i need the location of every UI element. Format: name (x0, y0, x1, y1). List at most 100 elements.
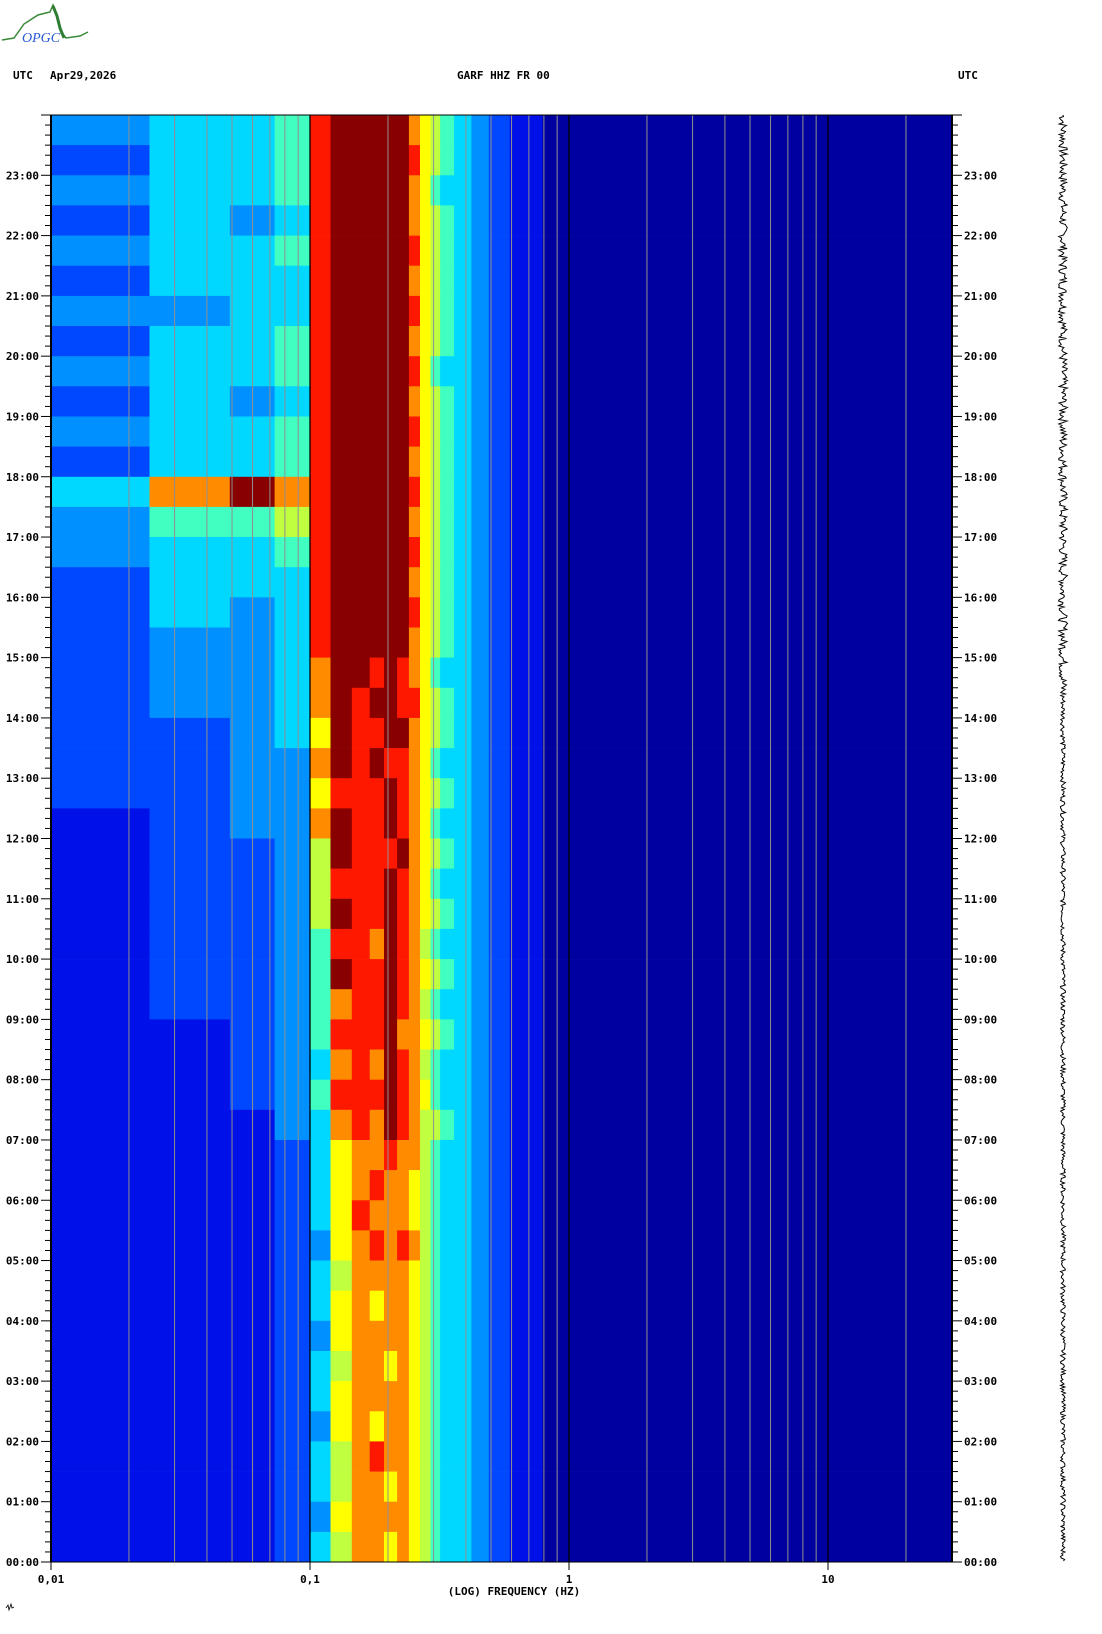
spectrogram-cell (471, 236, 489, 267)
spectrogram-cell (471, 205, 489, 236)
spectrogram-cell (310, 115, 331, 146)
spectrogram-cell (440, 356, 454, 387)
spectrogram-cell (440, 236, 454, 267)
y-tick-label-right: 16:00 (964, 591, 997, 604)
spectrogram-cell (471, 175, 489, 206)
spectrogram-cell (409, 1441, 421, 1472)
spectrogram-cell (51, 1140, 150, 1171)
spectrogram-cell (454, 1411, 472, 1442)
spectrogram-cell (431, 658, 441, 689)
spectrogram-cell (150, 1261, 231, 1292)
spectrogram-cell (471, 688, 489, 719)
spectrogram-cell (352, 236, 370, 267)
spectrogram-cell (543, 1502, 953, 1533)
spectrogram-cell (543, 1291, 953, 1322)
spectrogram-cell (397, 175, 409, 206)
spectrogram-cell (440, 1110, 454, 1141)
spectrogram-cell (431, 808, 441, 839)
spectrogram-cell (51, 386, 150, 417)
spectrogram-cell (51, 477, 150, 508)
spectrogram-cell (420, 567, 431, 598)
spectrogram-cell (51, 1472, 150, 1503)
x-tick-label: 0,1 (300, 1573, 320, 1586)
spectrogram-cell (471, 839, 489, 870)
y-tick-label-right: 07:00 (964, 1134, 997, 1147)
spectrogram-cell (397, 899, 409, 930)
y-tick-label-left: 14:00 (6, 712, 39, 725)
spectrogram-cell (275, 1019, 311, 1050)
spectrogram-cell (431, 326, 441, 357)
spectrogram-cell (51, 1110, 150, 1141)
y-tick-label-left: 17:00 (6, 531, 39, 544)
spectrogram-cell (310, 1381, 331, 1412)
spectrogram-cell (352, 839, 370, 870)
spectrogram-cell (440, 1472, 454, 1503)
spectrogram-cell (331, 537, 353, 568)
spectrogram-cell (275, 537, 311, 568)
spectrogram-cell (331, 869, 353, 900)
spectrogram-cell (409, 1019, 421, 1050)
spectrogram-cell (510, 1472, 543, 1503)
spectrogram-cell (431, 869, 441, 900)
spectrogram-cell (150, 1381, 231, 1412)
spectrogram-cell (489, 1441, 510, 1472)
y-tick-label-left: 06:00 (6, 1194, 39, 1207)
spectrogram-cell (440, 1230, 454, 1261)
spectrogram-cell (440, 115, 454, 146)
spectrogram-cell (51, 1381, 150, 1412)
spectrogram-cell (409, 748, 421, 779)
spectrogram-cell (543, 989, 953, 1020)
spectrogram-cell (471, 356, 489, 387)
spectrogram-cell (384, 869, 398, 900)
spectrogram-cell (370, 507, 385, 538)
y-tick-label-right: 00:00 (964, 1556, 997, 1569)
spectrogram-cell (420, 1080, 431, 1111)
spectrogram-cell (275, 145, 311, 176)
spectrogram-cell (310, 1472, 331, 1503)
spectrogram-cell (471, 929, 489, 960)
y-tick-label-left: 12:00 (6, 833, 39, 846)
spectrogram-cell (150, 808, 231, 839)
spectrogram-cell (454, 356, 472, 387)
spectrogram-cell (51, 658, 150, 689)
spectrogram-cell (310, 597, 331, 628)
spectrogram-cell (454, 507, 472, 538)
spectrogram-cell (51, 597, 150, 628)
spectrogram-cell (440, 718, 454, 749)
spectrogram-cell (471, 296, 489, 327)
spectrogram-cell (440, 1351, 454, 1382)
spectrogram-cell (489, 989, 510, 1020)
spectrogram-cell (431, 688, 441, 719)
spectrogram-cell (331, 1472, 353, 1503)
spectrogram-cell (384, 1411, 398, 1442)
y-tick-label-right: 12:00 (964, 833, 997, 846)
spectrogram-cell (150, 1080, 231, 1111)
spectrogram-cell (471, 1502, 489, 1533)
spectrogram-cell (454, 748, 472, 779)
spectrogram-cell (51, 929, 150, 960)
spectrogram-cell (150, 1411, 231, 1442)
spectrogram-cell (275, 1351, 311, 1382)
spectrogram-cell (543, 597, 953, 628)
spectrogram-cell (51, 688, 150, 719)
spectrogram-cell (431, 266, 441, 297)
spectrogram-cell (384, 1502, 398, 1533)
spectrogram-cell (150, 778, 231, 809)
spectrogram-cell (331, 447, 353, 478)
spectrogram-cell (420, 718, 431, 749)
spectrogram-cell (510, 1170, 543, 1201)
spectrogram-cell (352, 989, 370, 1020)
spectrogram-cell (440, 1532, 454, 1563)
spectrogram-cell (471, 145, 489, 176)
y-tick-label-right: 03:00 (964, 1375, 997, 1388)
spectrogram-cell (510, 1230, 543, 1261)
spectrogram-cell (275, 236, 311, 267)
spectrogram-cell (471, 1050, 489, 1081)
spectrogram-cell (420, 115, 431, 146)
spectrogram-cell (370, 296, 385, 327)
spectrogram-cell (489, 1261, 510, 1292)
spectrogram-cell (489, 1502, 510, 1533)
spectrogram-cell (150, 236, 231, 267)
spectrogram-cell (420, 628, 431, 659)
spectrogram-cell (409, 1291, 421, 1322)
